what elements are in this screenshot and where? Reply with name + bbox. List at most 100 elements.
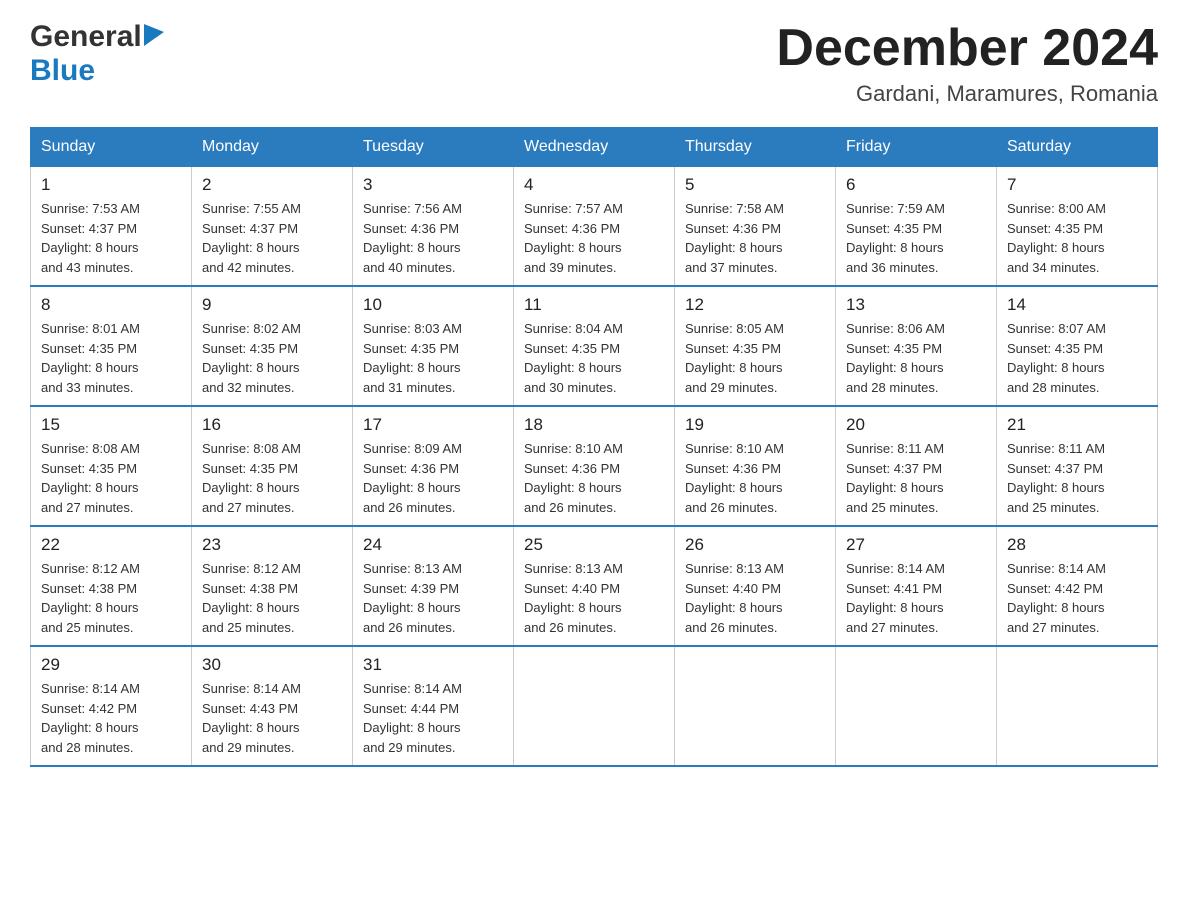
table-row: 23 Sunrise: 8:12 AMSunset: 4:38 PMDaylig… [192, 526, 353, 646]
day-info: Sunrise: 7:56 AMSunset: 4:36 PMDaylight:… [363, 199, 503, 277]
table-row: 5 Sunrise: 7:58 AMSunset: 4:36 PMDayligh… [675, 167, 836, 287]
day-info: Sunrise: 8:02 AMSunset: 4:35 PMDaylight:… [202, 319, 342, 397]
header-monday: Monday [192, 128, 353, 167]
header-saturday: Saturday [997, 128, 1158, 167]
day-number: 6 [846, 175, 986, 195]
page-header: General Blue December 2024 Gardani, Mara… [30, 20, 1158, 107]
header-friday: Friday [836, 128, 997, 167]
day-number: 10 [363, 295, 503, 315]
day-info: Sunrise: 7:57 AMSunset: 4:36 PMDaylight:… [524, 199, 664, 277]
table-row: 21 Sunrise: 8:11 AMSunset: 4:37 PMDaylig… [997, 406, 1158, 526]
day-number: 4 [524, 175, 664, 195]
logo-triangle-icon [144, 24, 164, 46]
table-row: 12 Sunrise: 8:05 AMSunset: 4:35 PMDaylig… [675, 286, 836, 406]
day-info: Sunrise: 8:13 AMSunset: 4:40 PMDaylight:… [685, 559, 825, 637]
day-info: Sunrise: 8:06 AMSunset: 4:35 PMDaylight:… [846, 319, 986, 397]
header-tuesday: Tuesday [353, 128, 514, 167]
table-row: 4 Sunrise: 7:57 AMSunset: 4:36 PMDayligh… [514, 167, 675, 287]
day-info: Sunrise: 8:03 AMSunset: 4:35 PMDaylight:… [363, 319, 503, 397]
table-row: 8 Sunrise: 8:01 AMSunset: 4:35 PMDayligh… [31, 286, 192, 406]
day-info: Sunrise: 8:12 AMSunset: 4:38 PMDaylight:… [41, 559, 181, 637]
table-row: 31 Sunrise: 8:14 AMSunset: 4:44 PMDaylig… [353, 646, 514, 766]
day-number: 21 [1007, 415, 1147, 435]
table-row: 1 Sunrise: 7:53 AMSunset: 4:37 PMDayligh… [31, 167, 192, 287]
table-row: 27 Sunrise: 8:14 AMSunset: 4:41 PMDaylig… [836, 526, 997, 646]
day-number: 17 [363, 415, 503, 435]
day-number: 14 [1007, 295, 1147, 315]
day-number: 8 [41, 295, 181, 315]
day-number: 18 [524, 415, 664, 435]
day-number: 15 [41, 415, 181, 435]
day-info: Sunrise: 8:14 AMSunset: 4:44 PMDaylight:… [363, 679, 503, 757]
table-row [675, 646, 836, 766]
day-number: 26 [685, 535, 825, 555]
day-number: 28 [1007, 535, 1147, 555]
day-info: Sunrise: 7:55 AMSunset: 4:37 PMDaylight:… [202, 199, 342, 277]
table-row: 15 Sunrise: 8:08 AMSunset: 4:35 PMDaylig… [31, 406, 192, 526]
day-info: Sunrise: 8:10 AMSunset: 4:36 PMDaylight:… [685, 439, 825, 517]
table-row: 29 Sunrise: 8:14 AMSunset: 4:42 PMDaylig… [31, 646, 192, 766]
day-info: Sunrise: 8:14 AMSunset: 4:43 PMDaylight:… [202, 679, 342, 757]
table-row: 2 Sunrise: 7:55 AMSunset: 4:37 PMDayligh… [192, 167, 353, 287]
day-info: Sunrise: 7:53 AMSunset: 4:37 PMDaylight:… [41, 199, 181, 277]
day-number: 31 [363, 655, 503, 675]
day-info: Sunrise: 8:04 AMSunset: 4:35 PMDaylight:… [524, 319, 664, 397]
day-info: Sunrise: 8:09 AMSunset: 4:36 PMDaylight:… [363, 439, 503, 517]
table-row [514, 646, 675, 766]
day-info: Sunrise: 8:05 AMSunset: 4:35 PMDaylight:… [685, 319, 825, 397]
day-info: Sunrise: 8:14 AMSunset: 4:42 PMDaylight:… [1007, 559, 1147, 637]
day-number: 23 [202, 535, 342, 555]
table-row: 16 Sunrise: 8:08 AMSunset: 4:35 PMDaylig… [192, 406, 353, 526]
day-number: 11 [524, 295, 664, 315]
table-row: 30 Sunrise: 8:14 AMSunset: 4:43 PMDaylig… [192, 646, 353, 766]
day-number: 24 [363, 535, 503, 555]
day-info: Sunrise: 8:14 AMSunset: 4:41 PMDaylight:… [846, 559, 986, 637]
table-row: 25 Sunrise: 8:13 AMSunset: 4:40 PMDaylig… [514, 526, 675, 646]
table-row: 17 Sunrise: 8:09 AMSunset: 4:36 PMDaylig… [353, 406, 514, 526]
header-thursday: Thursday [675, 128, 836, 167]
day-number: 16 [202, 415, 342, 435]
table-row: 10 Sunrise: 8:03 AMSunset: 4:35 PMDaylig… [353, 286, 514, 406]
day-info: Sunrise: 8:11 AMSunset: 4:37 PMDaylight:… [846, 439, 986, 517]
table-row: 20 Sunrise: 8:11 AMSunset: 4:37 PMDaylig… [836, 406, 997, 526]
table-row: 26 Sunrise: 8:13 AMSunset: 4:40 PMDaylig… [675, 526, 836, 646]
table-row [836, 646, 997, 766]
calendar-week-row: 15 Sunrise: 8:08 AMSunset: 4:35 PMDaylig… [31, 406, 1158, 526]
table-row: 3 Sunrise: 7:56 AMSunset: 4:36 PMDayligh… [353, 167, 514, 287]
day-info: Sunrise: 8:11 AMSunset: 4:37 PMDaylight:… [1007, 439, 1147, 517]
title-section: December 2024 Gardani, Maramures, Romani… [776, 20, 1158, 107]
logo-blue-text: Blue [30, 54, 95, 87]
location: Gardani, Maramures, Romania [776, 81, 1158, 107]
day-number: 29 [41, 655, 181, 675]
day-number: 2 [202, 175, 342, 195]
logo-general-text: General [30, 20, 142, 54]
day-info: Sunrise: 8:01 AMSunset: 4:35 PMDaylight:… [41, 319, 181, 397]
day-info: Sunrise: 8:07 AMSunset: 4:35 PMDaylight:… [1007, 319, 1147, 397]
day-info: Sunrise: 8:12 AMSunset: 4:38 PMDaylight:… [202, 559, 342, 637]
day-info: Sunrise: 7:58 AMSunset: 4:36 PMDaylight:… [685, 199, 825, 277]
table-row: 14 Sunrise: 8:07 AMSunset: 4:35 PMDaylig… [997, 286, 1158, 406]
day-info: Sunrise: 8:10 AMSunset: 4:36 PMDaylight:… [524, 439, 664, 517]
table-row: 28 Sunrise: 8:14 AMSunset: 4:42 PMDaylig… [997, 526, 1158, 646]
day-number: 25 [524, 535, 664, 555]
day-number: 30 [202, 655, 342, 675]
day-number: 5 [685, 175, 825, 195]
header-sunday: Sunday [31, 128, 192, 167]
day-number: 7 [1007, 175, 1147, 195]
day-info: Sunrise: 8:14 AMSunset: 4:42 PMDaylight:… [41, 679, 181, 757]
day-number: 19 [685, 415, 825, 435]
day-info: Sunrise: 8:00 AMSunset: 4:35 PMDaylight:… [1007, 199, 1147, 277]
table-row: 18 Sunrise: 8:10 AMSunset: 4:36 PMDaylig… [514, 406, 675, 526]
table-row [997, 646, 1158, 766]
table-row: 9 Sunrise: 8:02 AMSunset: 4:35 PMDayligh… [192, 286, 353, 406]
day-info: Sunrise: 8:13 AMSunset: 4:40 PMDaylight:… [524, 559, 664, 637]
day-number: 9 [202, 295, 342, 315]
calendar-header-row: Sunday Monday Tuesday Wednesday Thursday… [31, 128, 1158, 167]
table-row: 6 Sunrise: 7:59 AMSunset: 4:35 PMDayligh… [836, 167, 997, 287]
table-row: 7 Sunrise: 8:00 AMSunset: 4:35 PMDayligh… [997, 167, 1158, 287]
table-row: 19 Sunrise: 8:10 AMSunset: 4:36 PMDaylig… [675, 406, 836, 526]
day-info: Sunrise: 8:13 AMSunset: 4:39 PMDaylight:… [363, 559, 503, 637]
day-info: Sunrise: 7:59 AMSunset: 4:35 PMDaylight:… [846, 199, 986, 277]
day-number: 20 [846, 415, 986, 435]
table-row: 13 Sunrise: 8:06 AMSunset: 4:35 PMDaylig… [836, 286, 997, 406]
